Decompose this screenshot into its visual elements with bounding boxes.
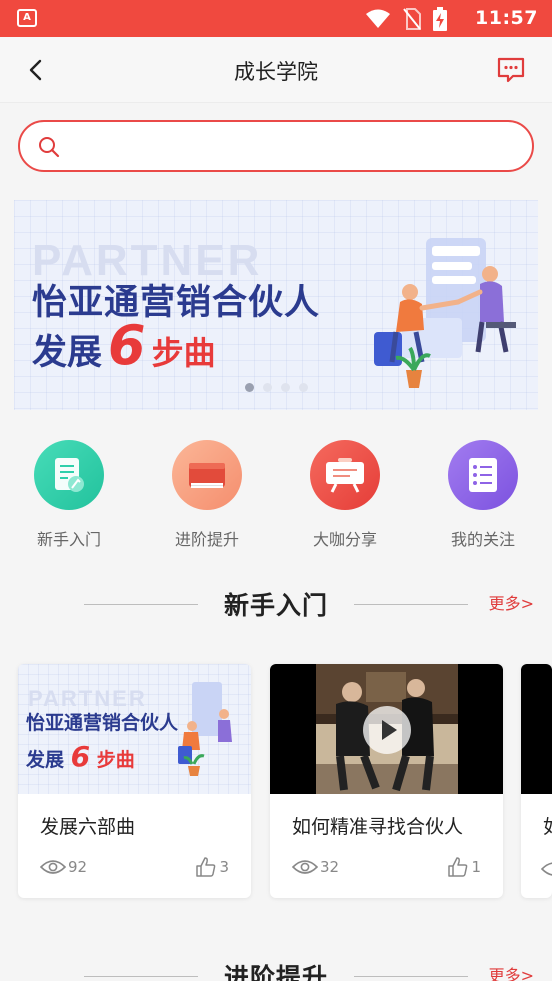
course-title: 如 <box>543 812 552 839</box>
course-title: 如何精准寻找合伙人 <box>292 816 464 838</box>
category-label: 我的关注 <box>450 530 515 549</box>
course-card[interactable]: 如何精准寻找合伙人 32 1 <box>270 664 503 898</box>
thumbs-up-icon <box>196 857 216 877</box>
play-button[interactable] <box>363 706 411 754</box>
status-icons <box>365 6 447 32</box>
view-count: 92 <box>40 858 87 876</box>
play-icon <box>382 720 397 740</box>
banner-pagination <box>14 383 538 392</box>
list-icon <box>469 458 497 492</box>
pagination-dot[interactable] <box>244 383 254 392</box>
course-title: 发展六部曲 <box>40 816 136 838</box>
view-count-value: 32 <box>320 858 340 876</box>
course-thumbnail: PARTNER 怡亚通营销合伙人 发展 6 步曲 <box>18 664 251 794</box>
like-count: 1 <box>471 858 481 876</box>
partners-illustration <box>178 682 232 776</box>
banner-headline: 怡亚通营销合伙人 <box>32 283 321 323</box>
category-expert-sharing[interactable]: 大咖分享 <box>295 440 395 550</box>
nav-bar: 成长学院 <box>0 37 552 103</box>
thumbs-up-icon <box>448 857 468 877</box>
presentation-board-icon <box>326 458 364 493</box>
pagination-dot[interactable] <box>280 383 290 392</box>
thumb-line2-number: 6 <box>70 740 91 773</box>
more-link[interactable]: 更多> <box>489 590 534 614</box>
category-beginner-badge <box>34 440 104 510</box>
course-card[interactable]: 如 <box>521 664 552 898</box>
banner-line2-prefix: 发展 <box>32 333 103 373</box>
search-bar[interactable] <box>18 120 534 172</box>
banner-subheadline: 发展 6 步曲 <box>32 314 216 377</box>
more-link[interactable]: 更多> <box>489 962 534 981</box>
search-icon <box>39 137 60 158</box>
category-advanced-badge <box>172 440 242 510</box>
section-title: 进阶提升 <box>223 963 328 981</box>
view-count: 32 <box>292 858 339 876</box>
category-advanced[interactable]: 进阶提升 <box>157 440 257 550</box>
category-label: 新手入门 <box>36 530 101 549</box>
video-thumbnail <box>521 664 552 794</box>
pagination-dot[interactable] <box>298 383 308 392</box>
divider <box>354 976 468 977</box>
section-title: 新手入门 <box>223 591 328 620</box>
messages-button[interactable] <box>496 55 526 85</box>
page-title: 成长学院 <box>234 60 318 84</box>
course-card[interactable]: PARTNER 怡亚通营销合伙人 发展 6 步曲 发展六部曲 92 3 <box>18 664 251 898</box>
battery-charging-icon <box>433 7 447 31</box>
view-count-value: 92 <box>68 858 88 876</box>
chat-bubble-icon <box>497 57 525 83</box>
eye-icon <box>292 860 318 874</box>
like-button[interactable]: 1 <box>447 856 481 878</box>
app-notification-icon: A <box>17 9 37 27</box>
video-thumbnail <box>270 664 503 794</box>
thumb-headline: 怡亚通营销合伙人 <box>26 712 179 734</box>
search-input[interactable] <box>72 130 512 162</box>
eye-icon <box>40 860 66 874</box>
category-beginner[interactable]: 新手入门 <box>19 440 119 550</box>
book-icon <box>189 463 225 488</box>
status-bar: A 11:57 <box>0 0 552 37</box>
category-my-follows-badge <box>448 440 518 510</box>
category-expert-sharing-badge <box>310 440 380 510</box>
like-count: 3 <box>219 858 229 876</box>
divider <box>354 604 468 605</box>
document-icon <box>55 458 84 492</box>
pagination-dot[interactable] <box>262 383 272 392</box>
banner-line2-suffix: 步曲 <box>151 334 216 372</box>
eye-icon <box>541 862 552 876</box>
no-sim-icon <box>403 8 421 30</box>
category-my-follows[interactable]: 我的关注 <box>433 440 533 550</box>
like-button[interactable]: 3 <box>195 856 229 878</box>
wifi-icon <box>366 9 390 28</box>
status-time: 11:57 <box>475 7 538 29</box>
thumb-line2-prefix: 发展 <box>26 749 65 771</box>
thumb-line2-suffix: 步曲 <box>96 749 135 771</box>
category-label: 进阶提升 <box>174 530 239 549</box>
partners-handshake-illustration <box>374 238 516 388</box>
category-label: 大咖分享 <box>312 530 377 549</box>
section-header-advanced: 进阶提升 更多> <box>0 956 552 981</box>
section-header-beginner: 新手入门 更多> <box>0 584 552 624</box>
banner-line2-number: 6 <box>108 314 146 377</box>
thumb-subheadline: 发展 6 步曲 <box>26 740 135 773</box>
promo-banner[interactable]: PARTNER 怡亚通营销合伙人 发展 6 步曲 <box>14 200 538 410</box>
